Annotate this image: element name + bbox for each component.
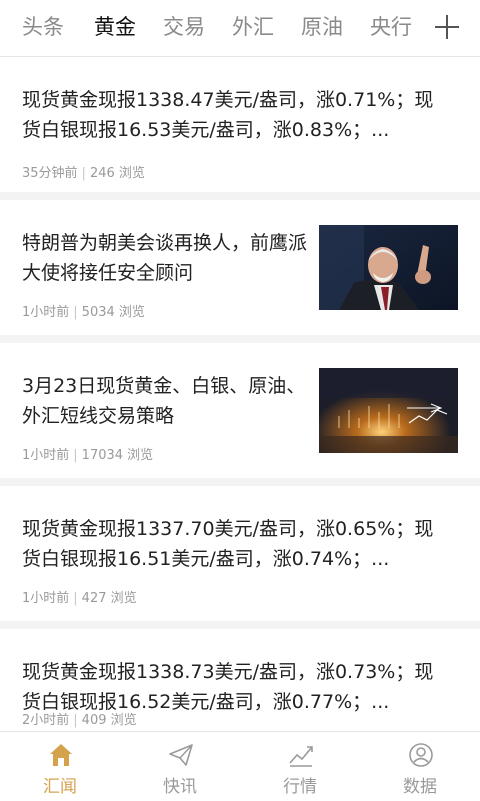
news-title: 特朗普为朝美会谈再换人，前鹰派大使将接任安全顾问 [22, 232, 308, 284]
news-meta: 1小时前 | 427 浏览 [22, 591, 137, 606]
news-views: 427 浏览 [81, 591, 137, 606]
nav-flash-label: 快讯 [163, 777, 197, 797]
news-views: 5034 浏览 [81, 305, 145, 320]
chart-icon [287, 741, 315, 769]
news-item[interactable]: 现货黄金现报1337.70美元/盎司，涨0.65%；现货白银现报16.51美元/… [0, 486, 480, 629]
home-icon [47, 741, 75, 769]
news-title: 3月23日现货黄金、白银、原油、外汇短线交易策略 [22, 375, 306, 427]
nav-data-label: 数据 [403, 777, 437, 797]
news-thumbnail-portrait [319, 225, 458, 310]
nav-data[interactable]: 数据 [360, 732, 480, 801]
news-title: 现货黄金现报1337.70美元/盎司，涨0.65%；现货白银现报16.51美元/… [22, 518, 434, 570]
news-time: 1小时前 [22, 305, 70, 320]
news-views: 409 浏览 [81, 713, 137, 728]
news-meta: 2小时前 | 409 浏览 [22, 713, 137, 728]
news-meta: 1小时前 | 5034 浏览 [22, 305, 145, 320]
nav-market[interactable]: 行情 [240, 732, 360, 801]
nav-news-label: 汇闻 [43, 777, 77, 797]
bottom-navigation: 汇闻 快讯 行情 数据 [0, 731, 480, 801]
news-thumbnail-trading [319, 368, 458, 453]
news-time: 1小时前 [22, 448, 70, 463]
news-meta: 1小时前 | 17034 浏览 [22, 448, 154, 463]
news-views: 246 浏览 [89, 166, 145, 181]
news-item[interactable]: 现货黄金现报1338.47美元/盎司，涨0.71%；现货白银现报16.53美元/… [0, 57, 480, 200]
tab-crude[interactable]: 原油 [301, 10, 343, 44]
news-time: 35分钟前 [22, 166, 78, 181]
nav-flash[interactable]: 快讯 [120, 732, 240, 801]
news-item[interactable]: 特朗普为朝美会谈再换人，前鹰派大使将接任安全顾问 1小时前 | 5034 浏览 [0, 200, 480, 343]
tab-central-bank[interactable]: 央行 [370, 10, 412, 44]
news-time: 1小时前 [22, 591, 70, 606]
tab-trading[interactable]: 交易 [163, 10, 205, 44]
news-item[interactable]: 3月23日现货黄金、白银、原油、外汇短线交易策略 1小时前 | 17034 浏览 [0, 343, 480, 486]
paper-plane-icon [167, 741, 195, 769]
channel-tabs: 头条 黄金 交易 外汇 原油 央行 [0, 0, 480, 57]
news-title: 现货黄金现报1338.47美元/盎司，涨0.71%；现货白银现报16.53美元/… [22, 89, 434, 141]
news-title: 现货黄金现报1338.73美元/盎司，涨0.73%；现货白银现报16.52美元/… [22, 661, 434, 713]
news-time: 2小时前 [22, 713, 70, 728]
tab-forex[interactable]: 外汇 [232, 10, 274, 44]
user-icon [407, 741, 435, 769]
tab-headlines[interactable]: 头条 [22, 10, 64, 44]
news-views: 17034 浏览 [81, 448, 154, 463]
add-channel-plus-icon[interactable] [432, 12, 462, 42]
news-meta: 35分钟前 | 246 浏览 [22, 166, 145, 181]
tab-gold[interactable]: 黄金 [94, 10, 136, 44]
nav-news[interactable]: 汇闻 [0, 732, 120, 801]
nav-market-label: 行情 [283, 777, 317, 797]
